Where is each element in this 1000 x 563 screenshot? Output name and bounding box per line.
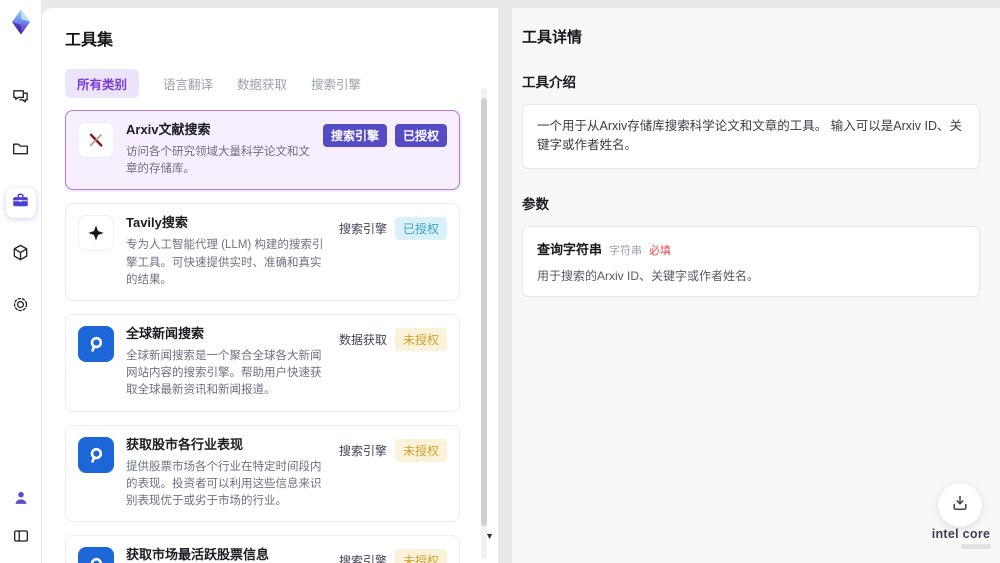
tool-category-badge: 搜索引擎 [338,443,387,458]
tool-status-badge: 已授权 [394,124,447,147]
tool-description: 全球新闻搜索是一个聚合全球各大新闻网站内容的搜索引擎。帮助用户快速获取全球最新资… [126,349,322,397]
brand-subtag [961,544,991,549]
blue-q-search-icon [78,547,114,563]
tool-card[interactable]: 全球新闻搜索 全球新闻搜索是一个聚合全球各大新闻网站内容的搜索引擎。帮助用户快速… [65,314,460,412]
intro-heading: 工具介绍 [522,75,576,90]
tool-name: Tavily搜索 [126,215,188,231]
param-required-badge: 必填 [649,244,672,257]
tool-name: Arxiv文献搜索 [126,122,211,137]
param-name: 查询字符串 [537,241,603,257]
sidebar-item-plugins[interactable] [6,240,36,270]
param-type: 字符串 [609,244,643,257]
gear-icon [11,295,30,319]
chat-icon [11,87,30,111]
tool-description: 访问各个研究领域大量科学论文和文章的存储库。 [126,145,310,176]
tool-description: 提供股票市场各个行业在特定时间段内的表现。投资者可以利用这些信息来识别表现优于或… [126,460,322,508]
page-title: 工具集 [65,32,114,49]
blue-q-search-icon [78,326,114,363]
tavily-star-icon [78,215,114,252]
app-window: 工具集 所有类别 语言翻译 数据获取 搜索引擎 Arxiv文献搜索 访问各个研究… [0,0,1000,563]
intel-core-logo: intel core [927,527,995,549]
tool-description: 专为人工智能代理 (LLM) 构建的搜索引擎工具。可快速提供实时、准确和真实的结… [126,239,324,286]
detail-title: 工具详情 [522,29,583,46]
param-desc: 用于搜索的Arxiv ID、关键字或作者姓名。 [537,268,760,283]
tool-card[interactable]: Tavily搜索 专为人工智能代理 (LLM) 构建的搜索引擎工具。可快速提供实… [65,203,460,302]
intro-text: 一个用于从Arxiv存储库搜索科学论文和文章的工具。 输入可以是Arxiv ID… [537,119,963,153]
scrollbar-down-arrow[interactable]: ▼ [485,532,494,541]
icon-rail [0,0,42,563]
arxiv-chi-icon [78,122,114,158]
tool-status-badge: 未授权 [394,438,447,462]
download-button[interactable] [938,483,982,527]
params-heading: 参数 [522,196,549,212]
tool-status-badge: 已授权 [394,217,447,241]
tool-card[interactable]: 获取市场最活跃股票信息 提供当天交易量最高的股票列表，投资者可以利用这些信息来识… [65,535,460,563]
folder-icon [11,139,30,163]
tool-name: 获取股市各行业表现 [126,436,244,452]
tool-detail-panel: 工具详情 工具介绍 一个用于从Arxiv存储库搜索科学论文和文章的工具。 输入可… [512,8,1000,563]
sidebar-collapse[interactable] [6,523,36,553]
tool-category-badge: 搜索引擎 [322,124,387,147]
download-tray-icon [950,493,970,518]
briefcase-icon [11,191,30,215]
category-tabs: 所有类别 语言翻译 数据获取 搜索引擎 [65,69,474,98]
sidebar-item-account[interactable] [6,485,36,515]
list-scrollbar[interactable] [481,88,487,559]
tab-data-fetch[interactable]: 数据获取 [237,69,287,98]
sidebar-item-chat[interactable] [6,84,36,114]
tool-card[interactable]: 获取股市各行业表现 提供股票市场各个行业在特定时间段内的表现。投资者可以利用这些… [65,424,460,523]
sidebar-item-toolbox[interactable] [5,188,36,218]
brand-text: intel core [931,527,991,541]
tool-category-badge: 搜索引擎 [338,222,387,237]
panel-toggle-icon [12,527,30,550]
tool-status-badge: 未授权 [394,328,447,352]
tools-panel: 工具集 所有类别 语言翻译 数据获取 搜索引擎 Arxiv文献搜索 访问各个研究… [42,8,498,563]
intro-card: 一个用于从Arxiv存储库搜索科学论文和文章的工具。 输入可以是Arxiv ID… [522,104,980,169]
tool-name: 获取市场最活跃股票信息 [126,547,270,563]
tab-translation[interactable]: 语言翻译 [163,69,213,98]
param-card: 查询字符串 字符串 必填 用于搜索的Arxiv ID、关键字或作者姓名。 [522,225,980,297]
sidebar-item-settings[interactable] [6,292,36,322]
tool-category-badge: 数据获取 [338,333,387,348]
sidebar-item-files[interactable] [6,136,36,166]
tool-category-badge: 搜索引擎 [338,554,387,563]
tool-card[interactable]: Arxiv文献搜索 访问各个研究领域大量科学论文和文章的存储库。 搜索引擎 已授… [65,110,460,191]
tool-list: Arxiv文献搜索 访问各个研究领域大量科学论文和文章的存储库。 搜索引擎 已授… [65,110,474,563]
user-icon [12,489,30,512]
cube-icon [11,243,30,267]
tab-search-engine[interactable]: 搜索引擎 [311,69,361,98]
tool-status-badge: 未授权 [394,549,447,563]
scrollbar-thumb[interactable] [481,98,487,526]
app-logo[interactable] [7,8,35,36]
blue-q-search-icon [78,436,114,473]
tool-name: 全球新闻搜索 [126,326,205,342]
tab-all-categories[interactable]: 所有类别 [65,69,140,98]
